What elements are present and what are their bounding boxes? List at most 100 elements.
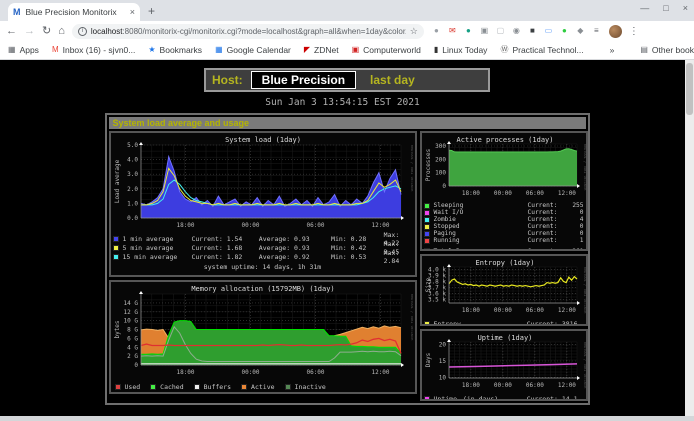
extension-icons: ● ✉ ● ▣ ▢ ◉ ■ ▭ ● ◆ ≡ [431,26,602,37]
bookmark-zdnet[interactable]: ◤ZDNet [304,45,339,55]
profile-avatar[interactable] [609,25,622,38]
browser-tab[interactable]: M Blue Precision Monitorix × [8,3,140,21]
svg-text:06:00: 06:00 [525,190,543,197]
search-icon[interactable]: ● [431,26,442,37]
svg-text:00:00: 00:00 [493,190,511,197]
svg-text:RRDTOOL / TOBI OETIKER: RRDTOOL / TOBI OETIKER [583,342,586,389]
back-icon[interactable]: ← [6,26,17,37]
svg-text:4 G: 4 G [127,344,138,351]
legend-row: Uptime(in days)Current: 14.1 [424,394,584,401]
bookmark-google-calendar[interactable]: ▦Google Calendar [215,45,291,55]
address-bar[interactable]: i localhost:8080/monitorix-cgi/monitorix… [72,24,424,39]
copy-pages-icon[interactable]: ▣ [479,26,490,37]
svg-text:12:00: 12:00 [557,382,575,389]
window-controls: — □ × [640,3,688,13]
bookmark-other-bookmarks-icon: ▤ [640,46,648,54]
cast-icon[interactable]: ▭ [543,26,554,37]
svg-text:00:00: 00:00 [241,369,259,376]
system-load-graph[interactable]: 5.04.03.02.01.00.018:0000:0006:0012:00Sy… [113,135,413,229]
legend-row: SleepingCurrent:255 [424,202,584,209]
bookmark-linux-today[interactable]: ▮Linux Today [434,45,488,55]
legend-row: EntropyCurrent: 3816 [424,319,584,326]
maximize-icon[interactable]: □ [663,3,668,13]
page-info-icon[interactable]: i [78,27,87,36]
legend-color-swatch [113,245,119,251]
active-processes-graph[interactable]: 300200100018:0000:0006:0012:00Active pro… [424,135,586,197]
bookmark-star-icon[interactable]: ☆ [410,26,418,37]
scrollbar[interactable] [685,60,694,416]
dark-square-icon[interactable]: ■ [527,26,538,37]
legend-color-swatch [424,224,430,230]
bookmark-apps[interactable]: ▦ Apps [8,45,39,55]
globe-icon[interactable]: ● [463,26,474,37]
system-load-section: System load average and usage 5.04.03.02… [105,113,590,405]
legend-color-swatch [424,321,430,327]
memory-allocation-graph[interactable]: 14 G12 G10 G8 G6 G4 G2 G018:0000:0006:00… [113,284,413,376]
legend-item: Active [241,383,274,391]
url-text[interactable]: localhost:8080/monitorix-cgi/monitorix.c… [91,27,406,36]
bookmarks-overflow-chevron[interactable]: » [610,45,615,55]
bookmark-bookmarks[interactable]: ★Bookmarks [148,45,202,55]
legend-stat-value: 255 [562,202,584,209]
bookmark-apps-icon: ▦ [8,46,16,54]
legend-row: Wait I/OCurrent:0 [424,209,584,216]
notes-icon[interactable]: ▢ [495,26,506,37]
legend-row: StoppedCurrent:0 [424,223,584,230]
bookmark-computerworld[interactable]: ▣Computerworld [352,45,421,55]
new-tab-button[interactable]: + [148,4,155,18]
tab-close-icon[interactable]: × [130,7,135,17]
eye-icon[interactable]: ◉ [511,26,522,37]
tab-list-icon[interactable]: ≡ [591,26,602,37]
svg-text:10 G: 10 G [123,318,138,325]
bookmark-practical-technology[interactable]: ⓌPractical Technol... [500,45,583,55]
minimize-icon[interactable]: — [640,3,649,13]
uptime-panel: 20151018:0000:0006:0012:00Uptime (1day)D… [420,329,588,401]
legend-color-swatch [241,384,247,390]
legend-series-label: Buffers [204,383,231,391]
legend-series-label: Total Processes [434,248,528,252]
tab-title: Blue Precision Monitorix [26,7,126,17]
period-selector[interactable]: last day [370,73,415,87]
legend-series-label: Active [251,383,274,391]
legend-color-swatch [150,384,156,390]
bookmarks-bar: ▦ Apps MInbox (16) - sjvn0... ★Bookmarks ▦Go… [0,41,694,60]
extensions-puzzle-icon[interactable]: ◆ [575,26,586,37]
close-icon[interactable]: × [683,3,688,13]
legend-stat-key: Current: [528,216,562,223]
legend-total-row: Total ProcessesCurrent:261 [424,247,584,251]
svg-text:15: 15 [438,358,446,365]
legend-series-label: Inactive [295,383,326,391]
bookmark-apps-label: Apps [20,45,39,55]
legend-series-label: 1 min average [123,235,192,243]
legend-series-label: Sleeping [434,202,528,209]
svg-text:Days: Days [425,352,432,367]
legend-item: Buffers [194,383,231,391]
svg-text:RRDTOOL / TOBI OETIKER: RRDTOOL / TOBI OETIKER [410,294,413,341]
svg-text:5.0: 5.0 [127,142,138,149]
legend-color-swatch [113,236,119,242]
legend-color-swatch [113,254,119,260]
svg-text:18:00: 18:00 [461,307,479,314]
svg-text:300: 300 [435,143,446,150]
svg-text:Memory allocation (15792MB) (: Memory allocation (15792MB) (1day) [191,285,334,293]
chrome-menu-icon[interactable]: ⋮ [629,26,639,37]
scrollbar-thumb[interactable] [686,63,693,115]
section-title: System load average and usage [109,117,586,129]
reload-icon[interactable]: ↻ [42,26,51,37]
svg-text:00:00: 00:00 [241,222,259,229]
svg-text:06:00: 06:00 [306,222,324,229]
home-icon[interactable]: ⌂ [58,26,65,37]
legend-stat: Current: 14.1 [527,395,584,402]
bookmark-other-bookmarks[interactable]: ▤Other bookmarks [640,45,694,55]
legend-color-swatch [424,210,430,216]
url-rest: :8080/monitorix-cgi/monitorix.cgi?mode=l… [122,27,405,36]
entropy-graph[interactable]: 4.0 k3.9 k3.8 k3.7 k3.6 k3.5 k18:0000:00… [424,258,586,314]
green-circle-icon[interactable]: ● [559,26,570,37]
legend-stat-value: 0 [562,209,584,216]
mail-icon[interactable]: ✉ [447,26,458,37]
uptime-graph[interactable]: 20151018:0000:0006:0012:00Uptime (1day)D… [424,333,586,389]
svg-text:0: 0 [442,183,446,190]
bookmark-gmail-inbox[interactable]: MInbox (16) - sjvn0... [52,45,135,55]
legend-row: UsedCachedBuffersActiveInactive [113,381,413,392]
system-uptime-note: system uptime: 14 days, 1h 31m [113,263,413,273]
